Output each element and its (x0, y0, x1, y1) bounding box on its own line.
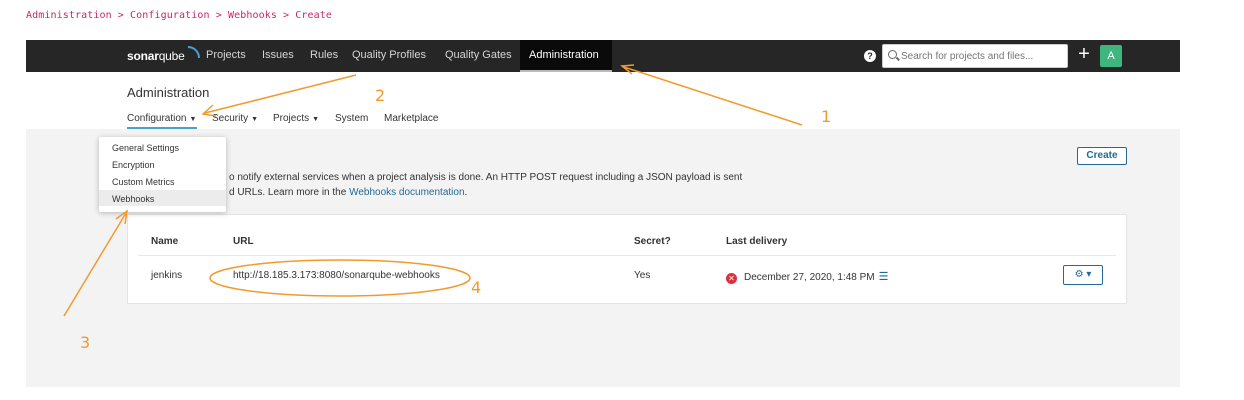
logo-arc-icon (188, 46, 200, 58)
logo-text-bold: sonar (127, 49, 159, 63)
annotation-label-4: 4 (471, 278, 482, 297)
webhook-secret: Yes (634, 270, 651, 281)
annotation-label-1: 1 (821, 107, 832, 126)
column-header-url: URL (233, 236, 254, 247)
column-header-secret: Secret? (634, 236, 671, 247)
menu-item-webhooks[interactable]: Webhooks (112, 194, 154, 204)
nav-projects[interactable]: Projects (206, 49, 246, 61)
subnav-marketplace[interactable]: Marketplace (384, 113, 438, 124)
subnav-projects-label: Projects (273, 113, 310, 124)
search-input[interactable] (901, 48, 1063, 64)
chevron-down-icon: ▼ (312, 116, 320, 123)
description-period: . (464, 187, 468, 198)
webhook-name: jenkins (151, 270, 183, 281)
search-icon (888, 50, 897, 59)
last-delivery-date: December 27, 2020, 1:48 PM (744, 272, 875, 283)
configuration-dropdown-menu: General Settings Encryption Custom Metri… (99, 137, 226, 212)
nav-rules[interactable]: Rules (310, 49, 338, 61)
nav-administration[interactable]: Administration (529, 49, 599, 61)
webhook-last-delivery: ✕ December 27, 2020, 1:48 PM ☰ (726, 270, 889, 284)
column-header-name: Name (151, 236, 179, 247)
description-line-1: o notify external services when a projec… (229, 172, 743, 183)
logo-text-thin: qube (158, 49, 185, 63)
chevron-down-icon: ▼ (251, 116, 259, 123)
menu-item-encryption[interactable]: Encryption (112, 160, 155, 170)
chevron-down-icon: ▼ (189, 116, 197, 123)
breadcrumb: Administration > Configuration > Webhook… (26, 10, 333, 21)
subnav-projects[interactable]: Projects ▼ (273, 113, 319, 124)
header-divider (138, 255, 1116, 256)
description-text: d URLs. Learn more in the (229, 187, 350, 198)
webhook-actions-gear-button[interactable]: ⚙ ▾ (1063, 265, 1103, 285)
subnav-configuration[interactable]: Configuration ▼ (127, 113, 196, 124)
webhooks-documentation-link[interactable]: Webhooks documentation (349, 187, 464, 198)
menu-item-custom-metrics[interactable]: Custom Metrics (112, 177, 175, 187)
chevron-down-icon: ▾ (1086, 269, 1092, 280)
gear-icon: ⚙ (1074, 269, 1084, 280)
create-webhook-button[interactable]: Create (1077, 147, 1127, 165)
webhook-url: http://18.185.3.173:8080/sonarqube-webho… (233, 270, 440, 281)
nav-quality-profiles[interactable]: Quality Profiles (352, 49, 426, 61)
user-avatar[interactable]: A (1100, 45, 1122, 67)
webhooks-table: Name URL Secret? Last delivery jenkins h… (127, 214, 1127, 304)
column-header-last-delivery: Last delivery (726, 236, 788, 247)
sonarqube-logo[interactable]: sonarqube (127, 49, 185, 63)
create-new-plus-button[interactable]: + (1074, 43, 1094, 67)
annotation-label-2: 2 (375, 86, 386, 105)
description-line-2: d URLs. Learn more in the Webhooks docum… (229, 185, 789, 200)
top-navbar: sonarqube Projects Issues Rules Quality … (26, 40, 1180, 72)
annotation-arrow-1 (623, 66, 803, 126)
search-box[interactable] (882, 44, 1068, 68)
subnav-configuration-label: Configuration (127, 113, 187, 124)
delivery-error-icon: ✕ (726, 273, 737, 284)
page-title: Administration (127, 85, 210, 100)
subnav-security-label: Security (212, 113, 249, 124)
subnav-system[interactable]: System (335, 113, 368, 124)
subnav-security[interactable]: Security ▼ (212, 113, 258, 124)
nav-quality-gates[interactable]: Quality Gates (445, 49, 512, 61)
annotation-arrow-2 (204, 74, 357, 114)
nav-issues[interactable]: Issues (262, 49, 294, 61)
webhooks-description: o notify external services when a projec… (229, 170, 789, 200)
annotation-label-3: 3 (80, 333, 91, 352)
menu-item-general-settings[interactable]: General Settings (112, 143, 179, 153)
delivery-list-icon[interactable]: ☰ (879, 270, 889, 283)
help-icon[interactable]: ? (864, 50, 876, 62)
